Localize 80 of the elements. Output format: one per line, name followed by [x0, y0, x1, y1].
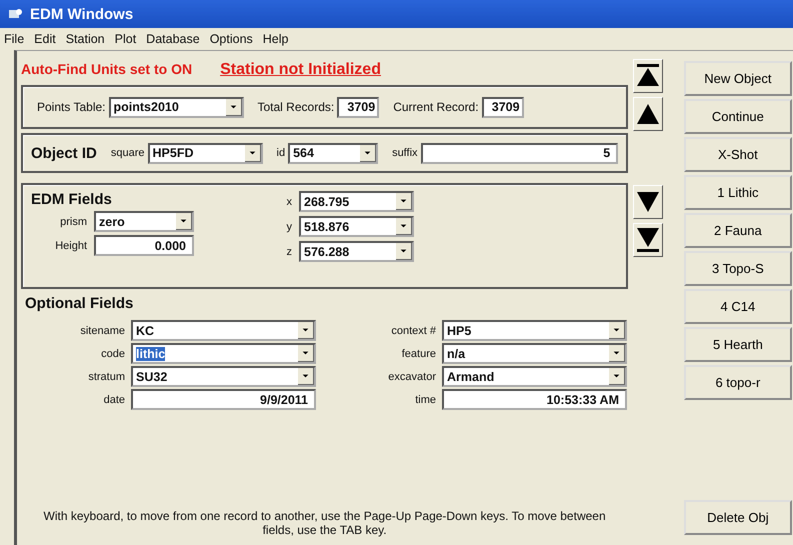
dropdown-icon[interactable]: [609, 368, 625, 385]
field-label: prism: [59, 216, 87, 228]
action-button[interactable]: 3 Topo-S: [684, 251, 792, 286]
field-label: excavator: [387, 370, 436, 382]
menu-item[interactable]: Options: [210, 32, 253, 46]
last-record-button[interactable]: [633, 223, 664, 257]
menu-item[interactable]: Help: [262, 32, 288, 46]
dropdown-icon[interactable]: [226, 98, 242, 116]
dropdown[interactable]: 564: [288, 142, 378, 164]
action-button[interactable]: 6 topo-r: [684, 365, 792, 400]
field-label: Total Records:: [258, 100, 334, 114]
menu-item[interactable]: Plot: [114, 32, 136, 46]
action-button[interactable]: 2 Fauna: [684, 213, 792, 248]
field-label: code: [100, 348, 125, 360]
action-button[interactable]: X-Shot: [684, 137, 792, 172]
dropdown-icon[interactable]: [244, 144, 260, 162]
dropdown-icon[interactable]: [609, 345, 625, 362]
status-text: Auto-Find Units set to ON: [21, 61, 192, 79]
dropdown-icon[interactable]: [298, 322, 314, 339]
input-field[interactable]: 10:53:33 AM: [442, 389, 627, 410]
input-field[interactable]: 3709: [482, 96, 524, 118]
input-field[interactable]: 0.000: [94, 235, 194, 256]
section-title: EDM Fields: [31, 191, 113, 208]
dropdown-icon[interactable]: [609, 322, 625, 339]
section-title: Optional Fields: [25, 295, 134, 312]
field-label: id: [276, 147, 286, 159]
dropdown[interactable]: KC: [131, 320, 316, 341]
dropdown-icon[interactable]: [396, 243, 412, 260]
dropdown[interactable]: zero: [94, 211, 194, 232]
dropdown[interactable]: Armand: [442, 366, 627, 387]
field-label: Current Record:: [393, 100, 479, 114]
window-title: EDM Windows: [30, 6, 134, 22]
table-dropdown[interactable]: points2010: [108, 96, 244, 118]
menu-item[interactable]: Edit: [34, 32, 56, 46]
input-field[interactable]: 5: [420, 142, 618, 164]
menu-item[interactable]: File: [4, 32, 24, 46]
field-label: time: [414, 394, 436, 406]
dropdown[interactable]: SU32: [131, 366, 316, 387]
dropdown-icon[interactable]: [396, 193, 412, 210]
station-warning: Station not Initialized: [220, 61, 381, 79]
dropdown-icon[interactable]: [360, 144, 376, 162]
field-label: y: [286, 220, 292, 232]
field-label: z: [286, 246, 292, 258]
help-text: With keyboard, to move from one record to another, use the Page-Up Page-Down keys. To move between fields, use the TAB key.: [42, 509, 607, 537]
dropdown-icon[interactable]: [298, 345, 314, 362]
menu-item[interactable]: Database: [146, 32, 200, 46]
dropdown-icon[interactable]: [176, 213, 192, 230]
field-label: feature: [400, 348, 436, 360]
delete-button[interactable]: Delete Obj: [684, 500, 792, 535]
menu-item[interactable]: Station: [66, 32, 105, 46]
action-button[interactable]: Continue: [684, 99, 792, 134]
field-label: context #: [390, 324, 436, 336]
first-record-button[interactable]: [633, 59, 664, 93]
input-field[interactable]: 3709: [337, 96, 380, 118]
dropdown[interactable]: 576.288: [299, 241, 414, 262]
dropdown-icon[interactable]: [396, 218, 412, 235]
field-label: sitename: [79, 324, 125, 336]
previous-record-button[interactable]: [633, 97, 664, 131]
field-label: Points Table:: [37, 100, 106, 114]
action-button[interactable]: 5 Hearth: [684, 327, 792, 362]
field-label: date: [102, 394, 125, 406]
action-button[interactable]: 1 Lithic: [684, 175, 792, 210]
field-label: stratum: [87, 370, 125, 382]
action-button[interactable]: 4 C14: [684, 289, 792, 324]
app-icon: [8, 7, 24, 21]
dropdown-icon[interactable]: [298, 368, 314, 385]
dropdown[interactable]: lithic: [131, 343, 316, 364]
field-label: square: [110, 147, 144, 159]
section-title: Object ID: [31, 144, 97, 162]
dropdown[interactable]: 268.795: [299, 191, 414, 212]
next-record-button[interactable]: [633, 185, 664, 219]
dropdown[interactable]: n/a: [442, 343, 627, 364]
action-button[interactable]: New Object: [684, 61, 792, 96]
input-field[interactable]: 9/9/2011: [131, 389, 316, 410]
field-label: suffix: [392, 147, 418, 159]
field-label: Height: [54, 240, 87, 252]
dropdown[interactable]: HP5FD: [148, 142, 262, 164]
dropdown[interactable]: HP5: [442, 320, 627, 341]
field-label: x: [286, 196, 292, 208]
dropdown[interactable]: 518.876: [299, 216, 414, 237]
